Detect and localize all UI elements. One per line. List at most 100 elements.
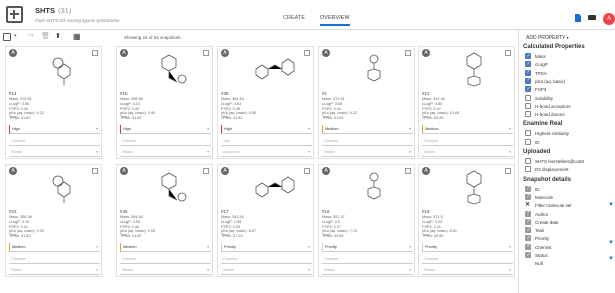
task-field[interactable]: Task (322, 233, 330, 237)
chemist-field[interactable]: Chemist (9, 137, 100, 146)
checkbox[interactable] (525, 193, 531, 200)
card-select-checkbox[interactable] (304, 168, 310, 174)
grid-view-icon[interactable]: ▦ (73, 32, 81, 41)
status-select[interactable]: Status ▾ (120, 148, 211, 157)
checkbox[interactable] (525, 210, 531, 217)
priority-select[interactable]: High ▾ (221, 125, 312, 134)
priority-select[interactable]: Medium ▾ (9, 243, 100, 252)
snapshot-card[interactable]: A #14 Mass: 376.51 cLogP: 3.96 FSP3: 0.40 p… (5, 46, 102, 159)
checkbox[interactable] (525, 77, 531, 84)
status-select[interactable]: Status ▾ (422, 148, 513, 157)
card-select-checkbox[interactable] (405, 168, 411, 174)
checkbox[interactable] (525, 138, 531, 145)
message-icon[interactable] (588, 14, 596, 22)
priority-select[interactable]: Medium ▾ (422, 125, 513, 134)
checkbox[interactable] (525, 252, 531, 259)
snapshot-card[interactable]: A #19 Mass: 371.5 cLogP: 3.24 FSP3: 0.41 pK… (418, 164, 515, 277)
molecule-structure[interactable] (449, 51, 499, 87)
task-field[interactable]: Task (422, 233, 430, 237)
chemist-field[interactable]: Chemist (422, 255, 513, 264)
chemist-field[interactable]: Chemist (322, 137, 413, 146)
tab-overview[interactable]: OVERVIEW (320, 15, 350, 26)
checkbox[interactable] (525, 86, 531, 93)
status-select[interactable]: Status ▾ (322, 266, 413, 275)
checkbox[interactable] (525, 69, 531, 76)
status-select[interactable]: Status ▾ (422, 266, 513, 275)
card-select-checkbox[interactable] (505, 50, 511, 56)
card-select-checkbox[interactable] (92, 168, 98, 174)
sort-filter-icon[interactable]: ▼ (608, 240, 614, 246)
task-field[interactable]: Task (221, 233, 229, 237)
molecule-structure[interactable] (248, 51, 298, 87)
task-field[interactable]: Task (120, 233, 128, 237)
snapshot-card[interactable]: A #12 Mass: 342.48 cLogP: 3.80 FSP3: 0.37 p… (418, 46, 515, 159)
priority-select[interactable]: Medium ▾ (120, 243, 211, 252)
snapshot-card[interactable]: A #22 Mass: 356.48 cLogP: 3.10 FSP3: 0.41 p… (5, 164, 102, 277)
delete-icon[interactable]: 🗑 (41, 32, 50, 40)
chemist-field[interactable]: Jule (221, 137, 312, 146)
molecule-structure[interactable] (36, 169, 86, 205)
priority-select[interactable]: Medium ▾ (322, 125, 413, 134)
status-select[interactable]: Status ▾ (9, 148, 100, 157)
task-field[interactable]: Task (221, 115, 229, 119)
tab-create[interactable]: CREATE (283, 15, 305, 21)
status-select[interactable]: Status ▾ (221, 266, 312, 275)
checkbox[interactable] (525, 102, 531, 109)
chemist-field[interactable]: Chemist (120, 255, 211, 264)
snapshot-card[interactable]: A #18 Mass: 357.47 cLogP: 2.9 FSP3: 0.37 pK… (318, 164, 415, 277)
checkbox[interactable] (525, 235, 531, 242)
user-avatar[interactable]: A (603, 13, 615, 25)
task-field[interactable]: Task (422, 115, 430, 119)
snapshot-card[interactable]: A #15 Mass: 398.55 cLogP: 4.01 FSP3: 0.40 p… (116, 46, 213, 159)
checkbox[interactable] (525, 111, 531, 118)
select-all-checkbox[interactable] (3, 33, 11, 41)
molecule-structure[interactable] (349, 51, 399, 87)
checkbox[interactable] (525, 61, 531, 68)
snapshot-card[interactable]: A #35 Mass: 384.54 cLogP: 4.63 FSP3: 0.45 p… (217, 46, 314, 159)
card-select-checkbox[interactable] (405, 50, 411, 56)
molecule-structure[interactable] (147, 169, 197, 205)
molecule-structure[interactable] (449, 169, 499, 205)
card-select-checkbox[interactable] (505, 168, 511, 174)
priority-select[interactable]: Priority ▾ (322, 243, 413, 252)
task-field[interactable]: Task (9, 233, 17, 237)
card-select-checkbox[interactable] (92, 50, 98, 56)
snapshot-card[interactable]: A #1 Mass: 370.51 cLogP: 3.68 FSP3: 0.41 pK… (318, 46, 415, 159)
molecule-structure[interactable] (36, 51, 86, 87)
checkbox[interactable] (525, 94, 531, 101)
chemist-field[interactable]: Chemist (322, 255, 413, 264)
share-icon[interactable]: ⤳ (28, 32, 34, 40)
select-dropdown-icon[interactable]: ▾ (14, 33, 17, 39)
card-select-checkbox[interactable] (203, 168, 209, 174)
chemist-field[interactable]: Chemist (120, 137, 211, 146)
checkbox[interactable] (525, 185, 531, 192)
checkbox[interactable] (525, 227, 531, 234)
snapshot-card[interactable]: A #17 Mass: 343.45 cLogP: 2.58 FSP3: 0.33 p… (217, 164, 314, 277)
filter-icon[interactable]: ▼ (608, 202, 614, 208)
close-icon[interactable]: ✕ (525, 202, 530, 209)
priority-select[interactable]: High ▾ (9, 125, 100, 134)
task-field[interactable]: Task (9, 115, 17, 119)
status-select[interactable]: Approved ▾ (221, 148, 312, 157)
task-field[interactable]: Task (120, 115, 128, 119)
molecule-structure[interactable] (248, 169, 298, 205)
status-select[interactable]: Status ▾ (120, 266, 211, 275)
checkbox[interactable] (525, 166, 531, 173)
card-select-checkbox[interactable] (203, 50, 209, 56)
status-select[interactable]: Status ▾ (322, 148, 413, 157)
document-icon[interactable] (574, 14, 581, 22)
add-property-button[interactable]: ADD PROPERTY ▾ (526, 35, 569, 41)
card-select-checkbox[interactable] (304, 50, 310, 56)
checkbox[interactable] (525, 53, 531, 60)
chemist-field[interactable]: Chemist (422, 137, 513, 146)
checkbox[interactable] (525, 130, 531, 137)
upload-icon[interactable]: ⬆ (55, 32, 61, 40)
priority-select[interactable]: Priority ▾ (221, 243, 312, 252)
molecule-structure[interactable] (147, 51, 197, 87)
chemist-field[interactable]: Chemist (221, 255, 312, 264)
molecule-structure[interactable] (349, 169, 399, 205)
priority-select[interactable]: Priority ▾ (422, 243, 513, 252)
snapshot-card[interactable]: A #45 Mass: 384.54 cLogP: 4.55 FSP3: 0.45 p… (116, 164, 213, 277)
chemist-field[interactable]: Chemist (9, 255, 100, 264)
checkbox[interactable] (525, 158, 531, 164)
